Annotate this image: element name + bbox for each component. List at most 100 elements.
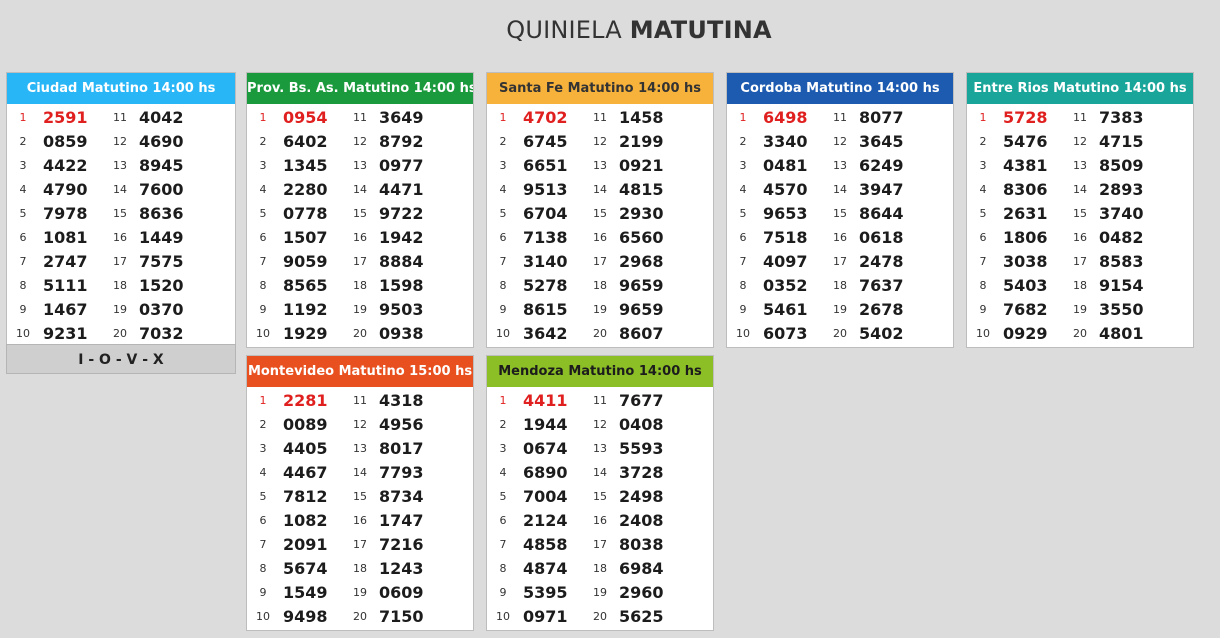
card-title[interactable]: Prov. Bs. As. Matutino 14:00 hs bbox=[247, 73, 473, 104]
position-label: 14 bbox=[353, 183, 367, 196]
position-label: 2 bbox=[259, 135, 267, 148]
card-title[interactable]: Montevideo Matutino 15:00 hs bbox=[247, 356, 473, 387]
table-row: 8 4874 18 6984 bbox=[487, 557, 713, 581]
position-label: 19 bbox=[593, 586, 607, 599]
page: QUINIELA MATUTINA Ciudad Matutino 14:00 … bbox=[0, 0, 1220, 638]
position-label: 3 bbox=[979, 159, 987, 172]
drawn-number: 6984 bbox=[619, 559, 664, 578]
drawn-number: 8615 bbox=[523, 300, 568, 319]
drawn-number: 5111 bbox=[43, 276, 88, 295]
drawn-number: 4097 bbox=[763, 252, 808, 271]
position-label: 10 bbox=[256, 610, 270, 623]
card-title[interactable]: Santa Fe Matutino 14:00 hs bbox=[487, 73, 713, 104]
position-label: 1 bbox=[979, 111, 987, 124]
drawn-number: 7637 bbox=[859, 276, 904, 295]
card-title[interactable]: Entre Rios Matutino 14:00 hs bbox=[967, 73, 1193, 104]
position-label: 2 bbox=[979, 135, 987, 148]
drawn-number: 8077 bbox=[859, 108, 904, 127]
drawn-number: 5476 bbox=[1003, 132, 1048, 151]
drawn-number: 4381 bbox=[1003, 156, 1048, 175]
position-label: 1 bbox=[499, 394, 507, 407]
position-label: 8 bbox=[259, 562, 267, 575]
table-row: 8 8565 18 1598 bbox=[247, 274, 473, 298]
position-label: 4 bbox=[979, 183, 987, 196]
position-label: 17 bbox=[593, 255, 607, 268]
page-title-bold: MATUTINA bbox=[629, 16, 772, 44]
drawn-number: 8884 bbox=[379, 252, 424, 271]
position-label: 18 bbox=[353, 562, 367, 575]
drawn-number: 5461 bbox=[763, 300, 808, 319]
position-label: 4 bbox=[739, 183, 747, 196]
drawn-number: 0609 bbox=[379, 583, 424, 602]
table-row: 10 9498 20 7150 bbox=[247, 605, 473, 629]
position-label: 3 bbox=[259, 442, 267, 455]
table-row: 4 8306 14 2893 bbox=[967, 178, 1193, 202]
table-row: 7 4097 17 2478 bbox=[727, 250, 953, 274]
position-label: 16 bbox=[593, 231, 607, 244]
position-label: 7 bbox=[499, 255, 507, 268]
table-row: 7 2091 17 7216 bbox=[247, 533, 473, 557]
head-number: 4702 bbox=[523, 108, 568, 127]
table-row: 9 8615 19 9659 bbox=[487, 298, 713, 322]
drawn-number: 5395 bbox=[523, 583, 568, 602]
position-label: 6 bbox=[499, 231, 507, 244]
position-label: 17 bbox=[113, 255, 127, 268]
position-label: 18 bbox=[593, 279, 607, 292]
position-label: 8 bbox=[19, 279, 27, 292]
drawn-number: 1082 bbox=[283, 511, 328, 530]
drawn-number: 5278 bbox=[523, 276, 568, 295]
drawn-number: 2124 bbox=[523, 511, 568, 530]
table-row: 10 0971 20 5625 bbox=[487, 605, 713, 629]
drawn-number: 9659 bbox=[619, 276, 664, 295]
position-label: 14 bbox=[1073, 183, 1087, 196]
position-label: 13 bbox=[593, 159, 607, 172]
drawn-number: 1243 bbox=[379, 559, 424, 578]
card-title[interactable]: Mendoza Matutino 14:00 hs bbox=[487, 356, 713, 387]
drawn-number: 1944 bbox=[523, 415, 568, 434]
table-row: 8 5403 18 9154 bbox=[967, 274, 1193, 298]
table-row: 3 4405 13 8017 bbox=[247, 437, 473, 461]
drawn-number: 9498 bbox=[283, 607, 328, 626]
drawn-number: 1942 bbox=[379, 228, 424, 247]
position-label: 11 bbox=[593, 111, 607, 124]
position-label: 1 bbox=[499, 111, 507, 124]
table-row: 6 1082 16 1747 bbox=[247, 509, 473, 533]
drawn-number: 7812 bbox=[283, 487, 328, 506]
position-label: 8 bbox=[499, 562, 507, 575]
drawn-number: 0481 bbox=[763, 156, 808, 175]
footer-links-button[interactable]: I - O - V - X bbox=[6, 344, 236, 374]
page-title-normal: QUINIELA bbox=[506, 16, 622, 44]
position-label: 12 bbox=[353, 418, 367, 431]
card-title[interactable]: Ciudad Matutino 14:00 hs bbox=[7, 73, 235, 104]
table-row: 9 5461 19 2678 bbox=[727, 298, 953, 322]
card-title[interactable]: Cordoba Matutino 14:00 hs bbox=[727, 73, 953, 104]
drawn-number: 4858 bbox=[523, 535, 568, 554]
drawn-number: 2893 bbox=[1099, 180, 1144, 199]
position-label: 9 bbox=[19, 303, 27, 316]
drawn-number: 0618 bbox=[859, 228, 904, 247]
position-label: 12 bbox=[113, 135, 127, 148]
drawn-number: 6745 bbox=[523, 132, 568, 151]
drawn-number: 1467 bbox=[43, 300, 88, 319]
table-row: 5 2631 15 3740 bbox=[967, 202, 1193, 226]
table-row: 1 2281 11 4318 bbox=[247, 389, 473, 413]
position-label: 4 bbox=[259, 466, 267, 479]
drawn-number: 9503 bbox=[379, 300, 424, 319]
position-label: 8 bbox=[499, 279, 507, 292]
position-label: 19 bbox=[353, 586, 367, 599]
position-label: 13 bbox=[593, 442, 607, 455]
position-label: 4 bbox=[499, 466, 507, 479]
position-label: 13 bbox=[353, 159, 367, 172]
position-label: 6 bbox=[739, 231, 747, 244]
drawn-number: 2408 bbox=[619, 511, 664, 530]
position-label: 1 bbox=[259, 111, 267, 124]
drawn-number: 8038 bbox=[619, 535, 664, 554]
drawn-number: 1449 bbox=[139, 228, 184, 247]
position-label: 9 bbox=[979, 303, 987, 316]
position-label: 9 bbox=[499, 586, 507, 599]
drawn-number: 3645 bbox=[859, 132, 904, 151]
drawn-number: 4801 bbox=[1099, 324, 1144, 343]
table-row: 6 7518 16 0618 bbox=[727, 226, 953, 250]
position-label: 17 bbox=[353, 255, 367, 268]
result-card-entre-rios: Entre Rios Matutino 14:00 hs 1 5728 11 7383 2… bbox=[966, 72, 1194, 348]
